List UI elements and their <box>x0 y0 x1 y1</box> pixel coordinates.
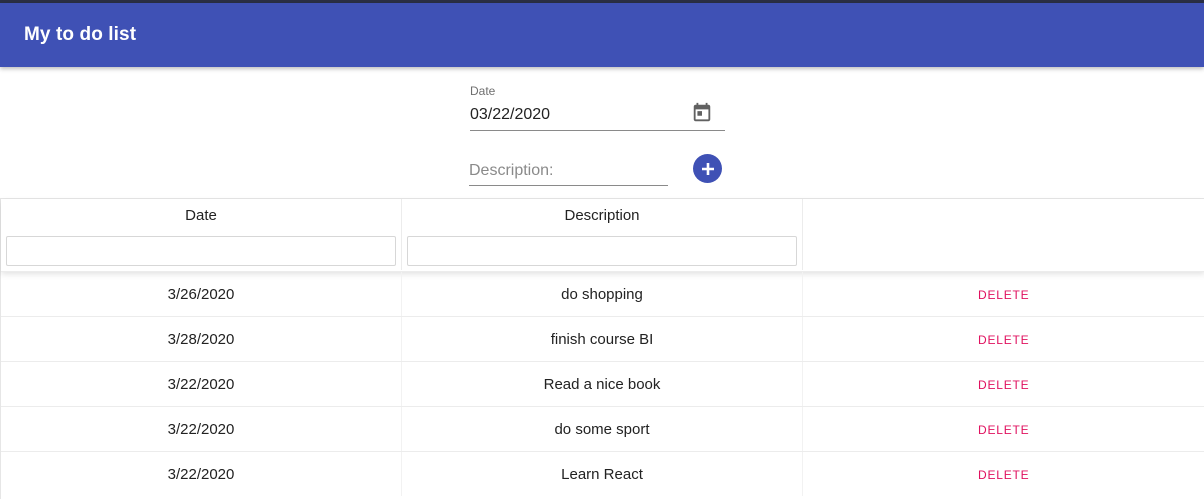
delete-button[interactable]: DELETE <box>978 288 1029 302</box>
filter-cell-date <box>1 232 402 270</box>
description-filter-input[interactable] <box>407 236 797 266</box>
table-row: 3/28/2020 finish course BI DELETE <box>1 316 1204 361</box>
filter-cell-description <box>402 232 803 270</box>
row-description: Learn React <box>402 452 803 496</box>
date-value[interactable]: 03/22/2020 <box>470 106 550 124</box>
delete-button[interactable]: DELETE <box>978 378 1029 392</box>
table-row: 3/22/2020 Learn React DELETE <box>1 451 1204 496</box>
row-date: 3/26/2020 <box>1 272 402 316</box>
date-picker-field[interactable]: Date 03/22/2020 <box>470 84 725 131</box>
calendar-icon[interactable] <box>691 102 713 124</box>
date-filter-input[interactable] <box>6 236 396 266</box>
row-date: 3/28/2020 <box>1 317 402 361</box>
app-bar: My to do list <box>0 3 1204 67</box>
delete-button[interactable]: DELETE <box>978 468 1029 482</box>
row-description: do some sport <box>402 407 803 451</box>
table-row: 3/22/2020 Read a nice book DELETE <box>1 361 1204 406</box>
app-title: My to do list <box>24 24 137 45</box>
column-header-description[interactable]: Description <box>402 199 803 232</box>
description-input[interactable] <box>469 160 668 182</box>
add-circle-icon <box>701 162 714 175</box>
delete-button[interactable]: DELETE <box>978 333 1029 347</box>
delete-button[interactable]: DELETE <box>978 423 1029 437</box>
row-description: finish course BI <box>402 317 803 361</box>
todo-table: Date Description 3/26/2020 do shopping D… <box>0 198 1204 499</box>
column-header-actions <box>803 199 1204 232</box>
date-label: Date <box>470 84 496 98</box>
row-date: 3/22/2020 <box>1 407 402 451</box>
add-todo-button[interactable] <box>693 154 722 183</box>
table-header: Date Description <box>1 199 1204 271</box>
row-description: Read a nice book <box>402 362 803 406</box>
table-row: 3/26/2020 do shopping DELETE <box>1 271 1204 316</box>
description-field[interactable] <box>469 156 668 186</box>
row-date: 3/22/2020 <box>1 362 402 406</box>
row-description: do shopping <box>402 272 803 316</box>
table-row: 3/22/2020 do some sport DELETE <box>1 406 1204 451</box>
row-date: 3/22/2020 <box>1 452 402 496</box>
column-header-date[interactable]: Date <box>1 199 402 232</box>
